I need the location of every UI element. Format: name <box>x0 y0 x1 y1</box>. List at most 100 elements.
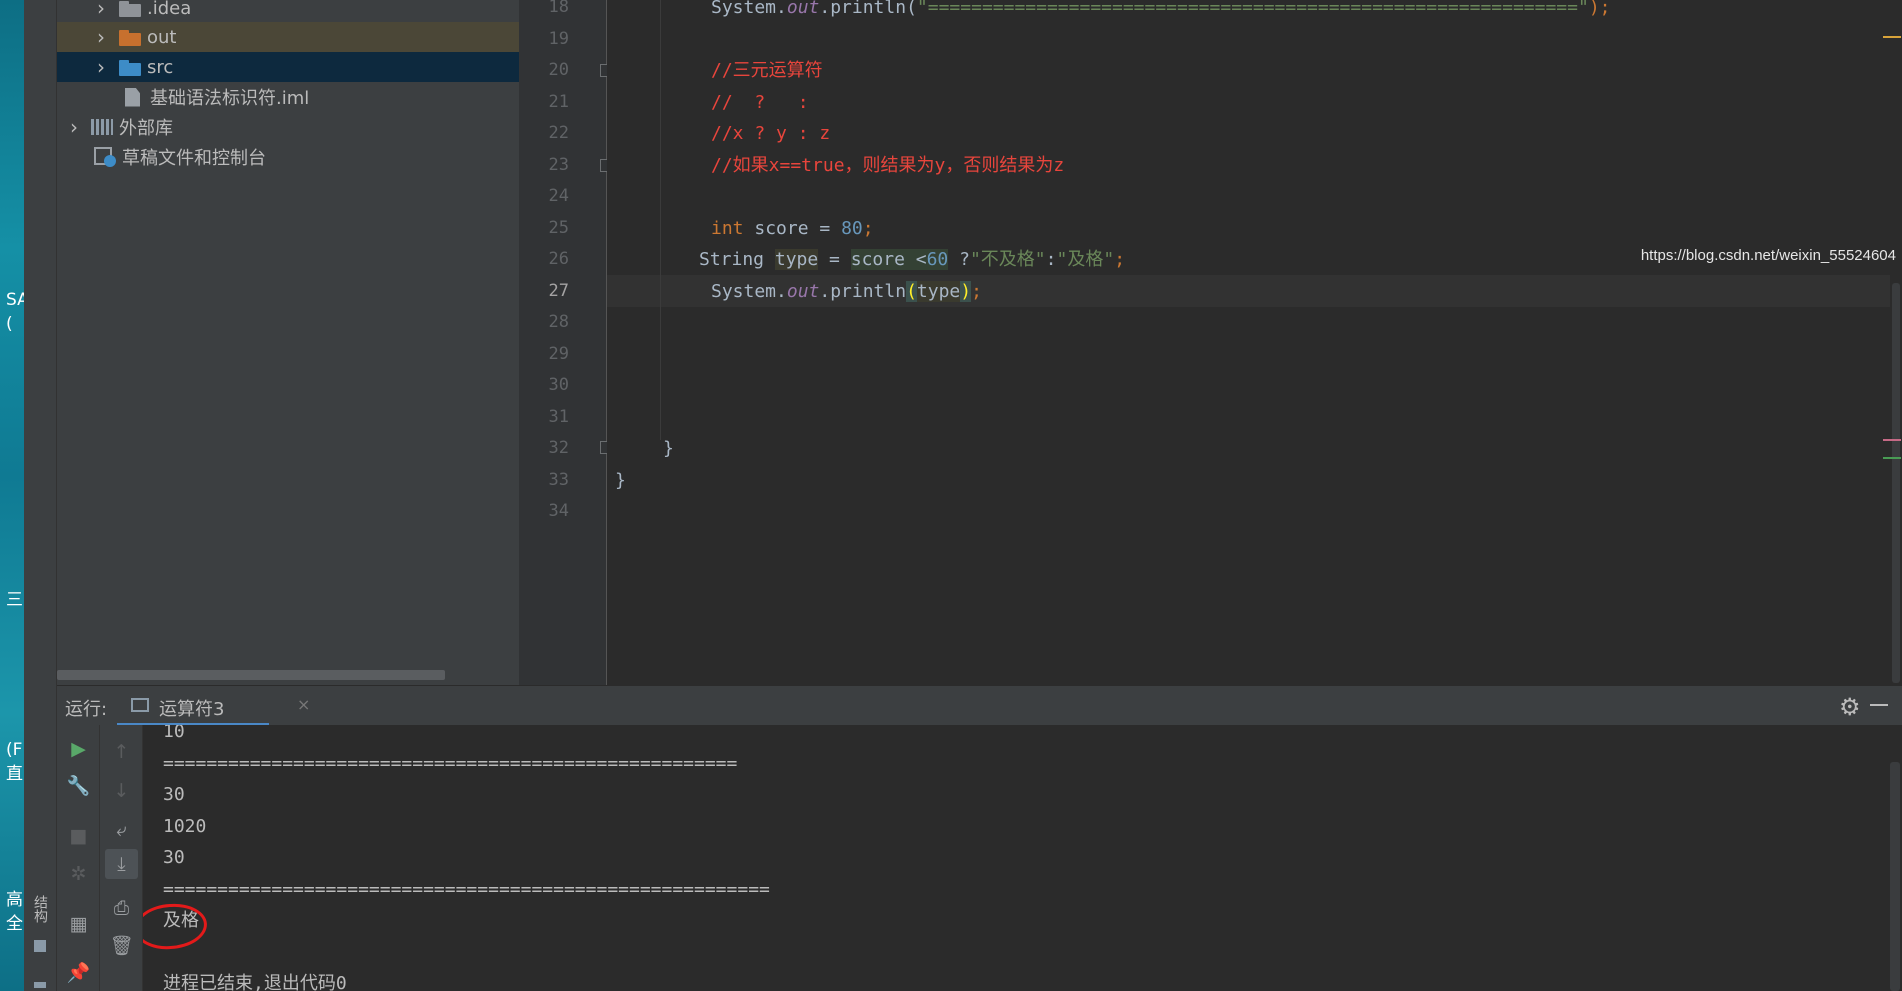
console-line: 30 <box>163 847 185 868</box>
code-line-26: String type = score <60 ?"不及格":"及格"; <box>699 249 1126 270</box>
line-number: 33 <box>548 469 569 490</box>
horizontal-scrollbar[interactable] <box>57 670 445 680</box>
annotation-circle <box>143 902 209 951</box>
line-number: 25 <box>548 217 569 238</box>
trash-icon[interactable]: 🗑 <box>100 931 143 961</box>
arrow-up-icon[interactable]: ↑ <box>100 737 143 767</box>
code-line-33: } <box>615 469 626 491</box>
scroll-to-end-icon[interactable]: ⤓ <box>105 849 138 879</box>
editor-gutter: 18 19 20 21 22 23 24 25 26 27 28 29 30 3… <box>519 0 611 685</box>
close-icon[interactable]: × <box>297 695 310 714</box>
line-number: 23 <box>548 154 569 175</box>
print-icon[interactable]: ⎙ <box>100 893 143 923</box>
layout-icon[interactable]: ▦ <box>57 909 100 939</box>
line-number: 31 <box>548 406 569 427</box>
change-marker[interactable] <box>1883 457 1901 459</box>
desktop-glyph: ( <box>6 314 13 334</box>
wrench-icon[interactable]: 🔧 <box>57 771 100 801</box>
line-number: 26 <box>548 249 569 269</box>
warning-marker[interactable] <box>1883 36 1901 38</box>
line-number: 21 <box>548 91 569 112</box>
desktop-glyph: 全 <box>6 914 23 934</box>
indent-guide <box>660 0 661 440</box>
debug-disabled-icon[interactable]: ✲ <box>57 859 100 889</box>
structure-tab[interactable]: 结构 <box>28 895 50 935</box>
minimize-icon[interactable] <box>1870 704 1888 706</box>
desktop-glyph: (F <box>6 740 23 760</box>
tree-item-external-libraries[interactable]: › 外部库 <box>57 112 519 142</box>
run-label: 运行: <box>65 699 108 720</box>
tree-item-iml-file[interactable]: 基础语法标识符.iml <box>57 82 519 112</box>
scrollbar-thumb[interactable] <box>1892 283 1900 683</box>
desktop-glyph: 直 <box>6 764 23 784</box>
tree-item-idea[interactable]: › .idea <box>57 0 519 23</box>
line-number: 18 <box>548 0 569 17</box>
code-line-23: //如果x==true，则结果为y，否则结果为z <box>711 154 1065 176</box>
code-line-32: } <box>663 438 674 459</box>
chevron-right-icon[interactable]: › <box>65 115 83 139</box>
favorites-icon[interactable] <box>34 982 46 988</box>
ide-window: SA ( 三 (F 直 高 全 结构 › .idea › out › src 基… <box>0 0 1902 991</box>
stop-icon[interactable]: ■ <box>57 821 100 851</box>
tree-item-out[interactable]: › out <box>57 22 519 52</box>
rerun-icon[interactable]: ▶ <box>57 734 100 764</box>
console-line: 30 <box>163 784 185 805</box>
library-icon <box>91 119 113 135</box>
code-line-27: System.out.println(type); <box>711 280 982 302</box>
desktop-background: SA ( 三 (F 直 高 全 <box>0 0 24 991</box>
console-line: 1020 <box>163 815 207 837</box>
line-number: 32 <box>548 438 569 458</box>
pin-icon[interactable]: 📌 <box>57 958 100 988</box>
editor-scrollbar[interactable] <box>1890 0 1902 685</box>
console-output[interactable]: 10 =====================================… <box>143 725 1902 991</box>
code-line-20: //三元运算符 <box>711 60 823 81</box>
folder-icon <box>119 0 141 17</box>
desktop-glyph: SA <box>6 290 24 310</box>
tree-item-src[interactable]: › src <box>57 52 519 82</box>
source-folder-icon <box>119 59 141 76</box>
soft-wrap-icon[interactable]: ⤶ <box>100 815 143 845</box>
tree-item-label: 草稿文件和控制台 <box>122 148 266 169</box>
tree-item-label: 外部库 <box>119 118 173 139</box>
console-line: 10 <box>163 725 185 742</box>
line-number: 22 <box>548 123 569 143</box>
chevron-right-icon[interactable]: › <box>92 55 110 79</box>
file-icon <box>125 87 140 107</box>
tree-item-label: out <box>147 26 177 48</box>
structure-icon[interactable] <box>34 940 46 952</box>
scratches-icon <box>94 147 116 167</box>
line-number: 34 <box>548 501 569 521</box>
run-toolbar-secondary: ↑ ↓ ⤶ ⤓ ⎙ 🗑 <box>100 725 143 991</box>
desktop-glyph: 三 <box>6 590 23 610</box>
chevron-right-icon[interactable]: › <box>92 0 110 20</box>
chevron-right-icon[interactable]: › <box>92 25 110 49</box>
console-line: ========================================… <box>163 752 738 774</box>
code-line-25: int score = 80; <box>711 217 874 239</box>
arrow-down-icon[interactable]: ↓ <box>100 776 143 806</box>
folder-icon <box>119 29 141 46</box>
gear-icon[interactable]: ⚙ <box>1839 693 1861 721</box>
change-marker[interactable] <box>1883 439 1901 441</box>
left-tool-strip: 结构 <box>24 0 57 991</box>
tree-item-scratches[interactable]: 草稿文件和控制台 <box>57 142 519 172</box>
line-number: 19 <box>548 28 569 49</box>
tree-item-label: .idea <box>147 0 192 19</box>
run-panel-header: 运行: 运算符3 × ⚙ <box>57 685 1902 726</box>
tree-item-label: src <box>147 56 174 78</box>
console-scrollbar[interactable] <box>1890 762 1900 991</box>
code-line-21: // ? : <box>711 91 809 113</box>
line-number: 30 <box>548 375 569 395</box>
code-editor[interactable]: System.out.println("====================… <box>607 0 1902 685</box>
line-number-current: 27 <box>548 280 569 301</box>
line-number: 29 <box>548 343 569 364</box>
console-line: ========================================… <box>163 878 770 900</box>
console-icon <box>131 698 149 712</box>
line-number: 20 <box>548 60 569 80</box>
run-tab[interactable]: 运算符3 × <box>117 686 310 726</box>
line-number: 24 <box>548 186 569 206</box>
project-tree-panel: › .idea › out › src 基础语法标识符.iml › 外部库 草稿… <box>57 0 519 685</box>
code-line-22: //x ? y : z <box>711 123 831 144</box>
code-line-18: System.out.println("====================… <box>711 0 1611 18</box>
line-number: 28 <box>548 312 569 332</box>
console-line-exit: 进程已结束,退出代码0 <box>163 973 347 991</box>
